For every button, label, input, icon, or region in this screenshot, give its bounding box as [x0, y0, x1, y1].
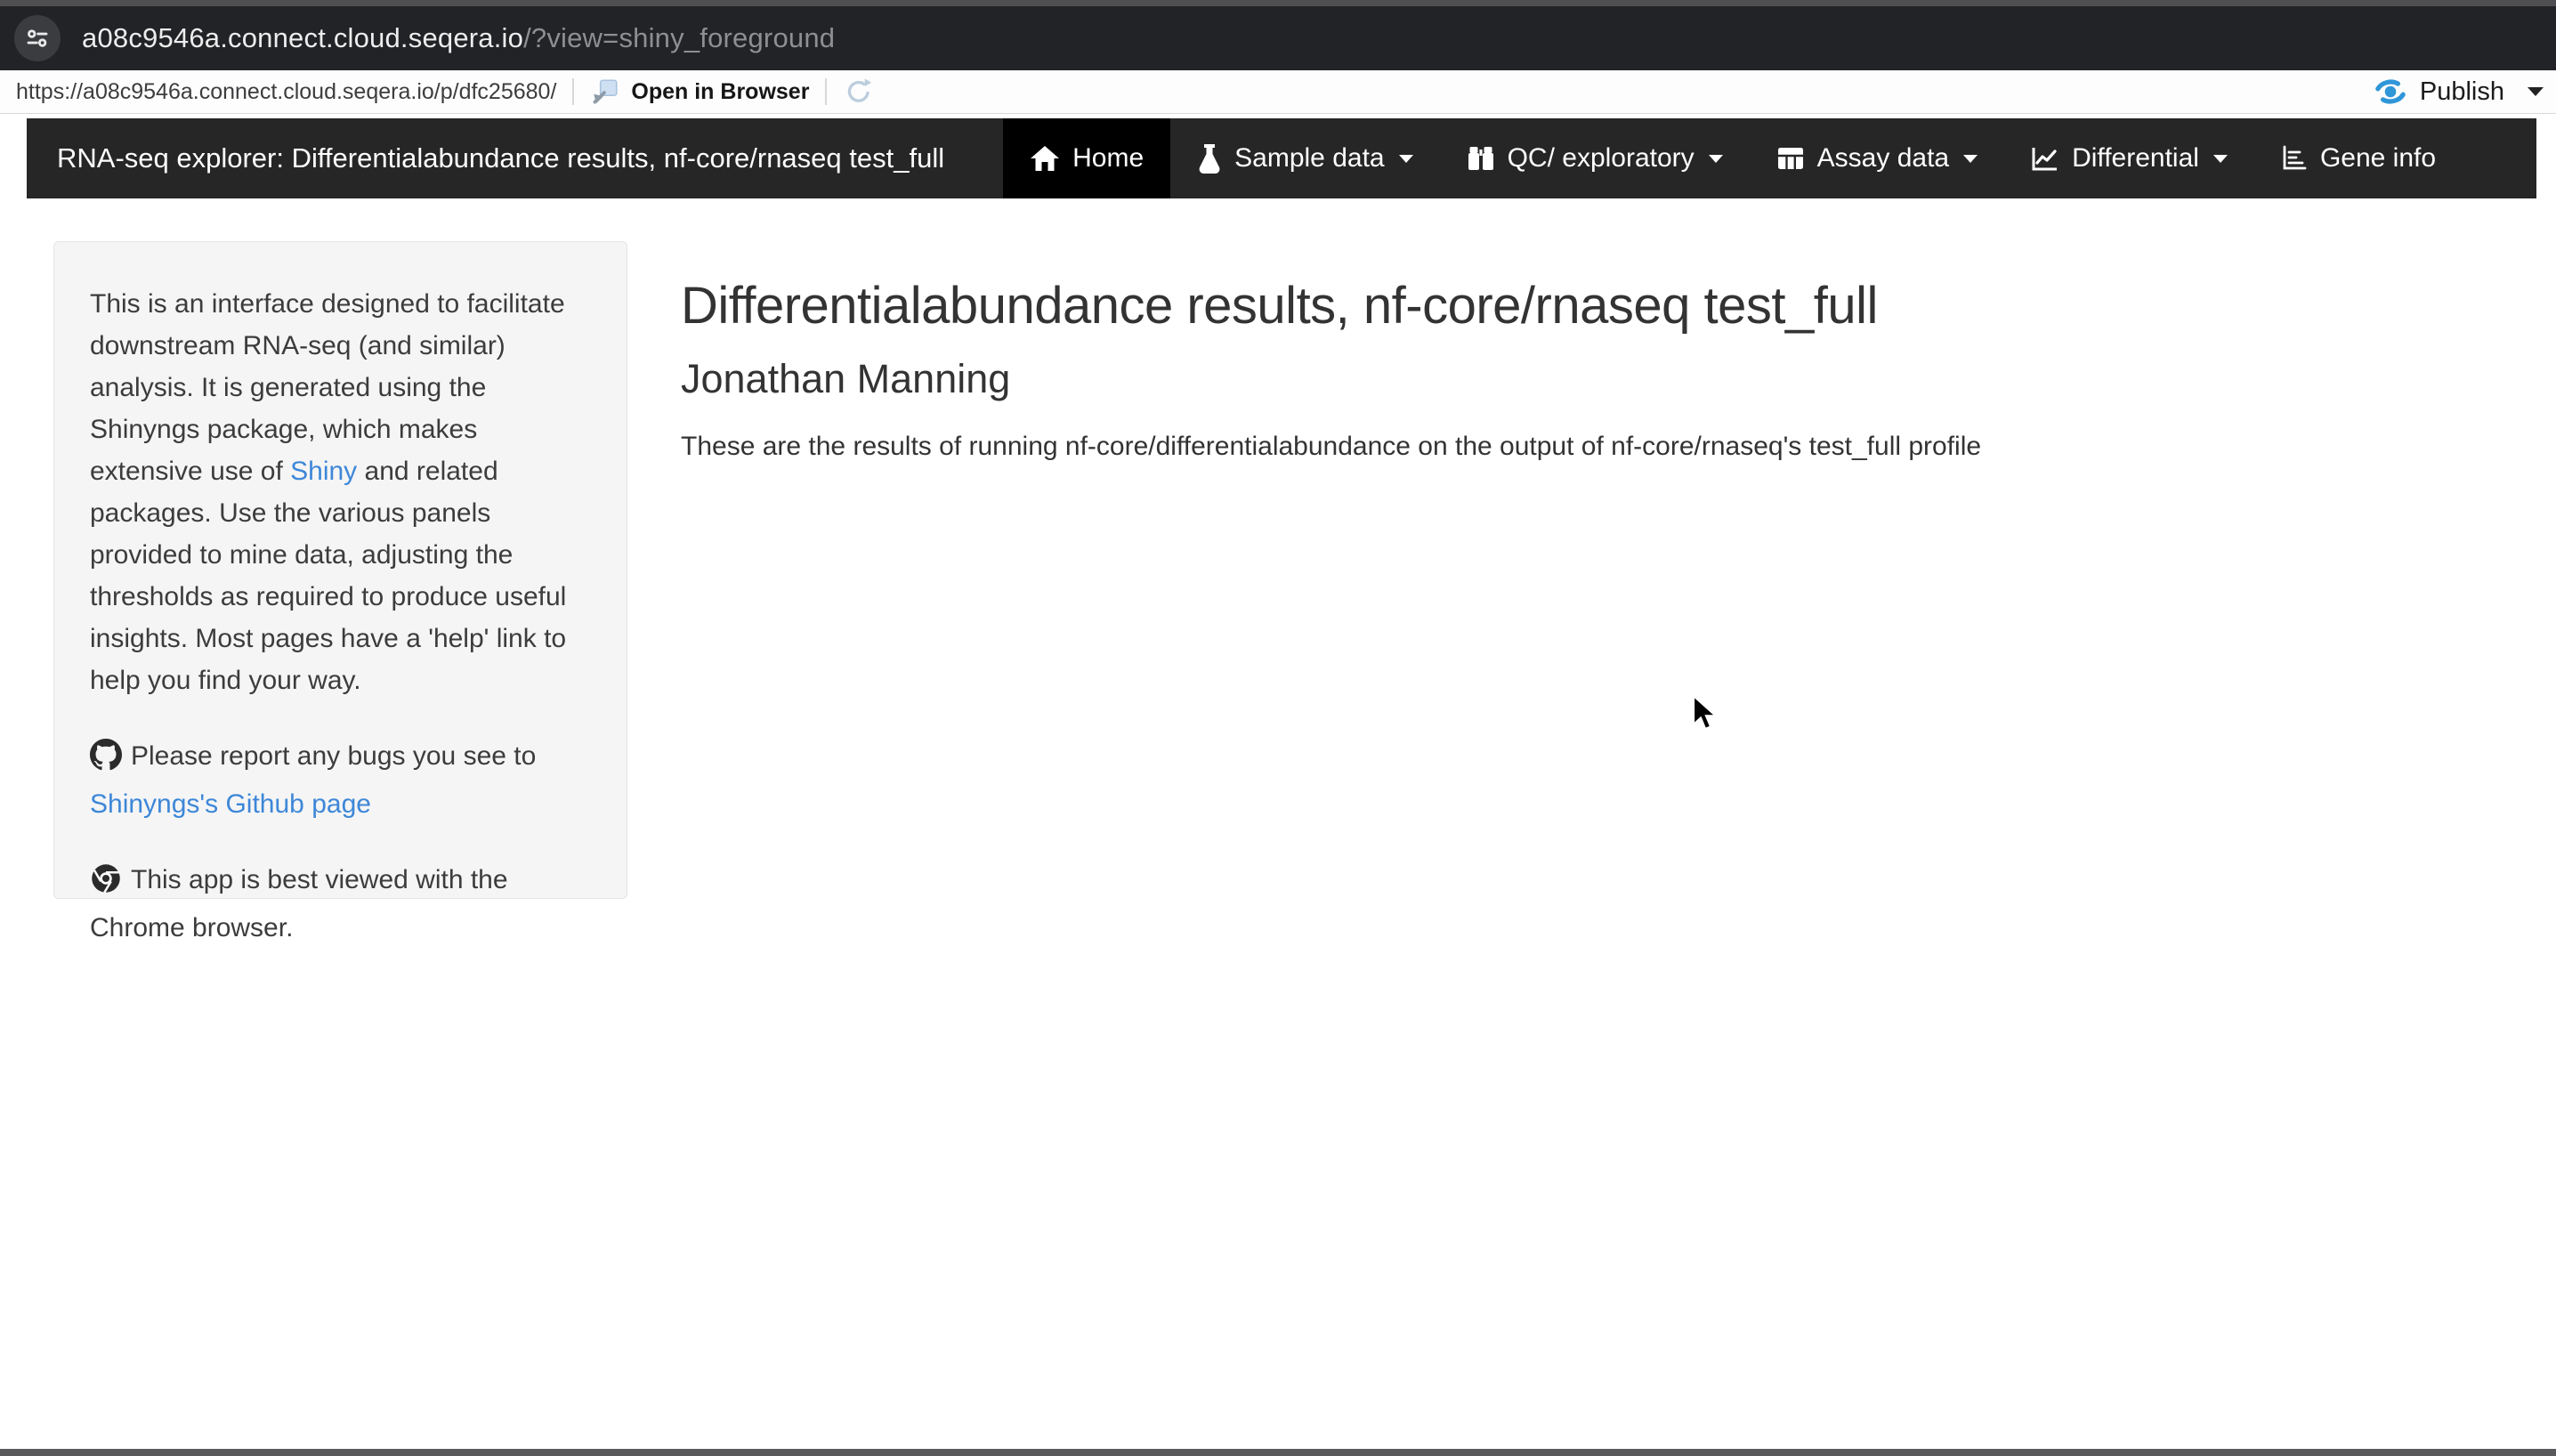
chart-line-icon	[2031, 145, 2059, 172]
page-author: Jonathan Manning	[681, 356, 1010, 402]
intro-text-after: and related packages. Use the various pa…	[90, 457, 566, 695]
app-navbar: RNA-seq explorer: Differentialabundance …	[27, 118, 2536, 198]
address-host: a08c9546a.connect.cloud.seqera.io	[82, 22, 523, 54]
open-in-browser-icon	[590, 77, 620, 107]
nav-item-sample-data[interactable]: Sample data	[1170, 118, 1439, 198]
dropdown-caret-icon	[1399, 155, 1413, 163]
bug-report-text: Please report any bugs you see to	[131, 741, 536, 771]
tune-icon	[24, 25, 51, 52]
publish-logo-icon	[2372, 73, 2409, 110]
titlebar-top-strip	[0, 0, 2556, 6]
bottom-status-strip	[0, 1449, 2556, 1456]
open-in-browser-button[interactable]: Open in Browser	[590, 77, 809, 107]
mouse-cursor	[1692, 695, 1724, 732]
dropdown-caret-icon	[1709, 155, 1723, 163]
nav-item-home[interactable]: Home	[1003, 118, 1170, 198]
table-icon	[1776, 145, 1805, 172]
address-bar[interactable]: a08c9546a.connect.cloud.seqera.io/?view=…	[82, 6, 835, 70]
shinyngs-github-link[interactable]: Shinyngs's Github page	[90, 789, 371, 819]
refresh-button[interactable]	[843, 76, 875, 108]
publish-label: Publish	[2420, 77, 2504, 107]
nav-item-label: Differential	[2072, 143, 2199, 174]
nav-item-differential[interactable]: Differential	[2004, 118, 2254, 198]
content-url-label: https://a08c9546a.connect.cloud.seqera.i…	[16, 79, 556, 105]
chart-bar-icon	[2281, 145, 2308, 172]
bug-report-paragraph: Please report any bugs you see to Shinyn…	[90, 735, 591, 825]
page-title: Differentialabundance results, nf-core/r…	[681, 276, 1878, 336]
github-icon	[90, 739, 122, 783]
home-icon	[1030, 144, 1060, 173]
nav-item-label: Assay data	[1817, 143, 1949, 174]
nav-item-label: Home	[1072, 143, 1144, 174]
dropdown-caret-icon	[1963, 155, 1978, 163]
shiny-link[interactable]: Shiny	[290, 457, 357, 486]
nav-item-label: QC/ exploratory	[1508, 143, 1695, 174]
navbar-items: Home Sample data QC/ exploratory	[1003, 118, 2463, 198]
publish-caret-icon[interactable]	[2528, 87, 2544, 96]
toolbar-divider	[572, 78, 574, 105]
nav-item-label: Gene info	[2320, 143, 2436, 174]
dropdown-caret-icon	[2213, 155, 2228, 163]
chrome-icon	[90, 862, 122, 907]
nav-item-gene-info[interactable]: Gene info	[2254, 118, 2463, 198]
open-in-browser-label: Open in Browser	[631, 79, 809, 105]
chrome-note-text: This app is best viewed with the Chrome …	[90, 865, 508, 942]
binoculars-icon	[1467, 144, 1495, 173]
publish-button[interactable]: Publish	[2372, 73, 2544, 110]
nav-item-qc-exploratory[interactable]: QC/ exploratory	[1440, 118, 1750, 198]
connect-toolbar: https://a08c9546a.connect.cloud.seqera.i…	[0, 70, 2556, 114]
refresh-icon	[843, 76, 875, 108]
page-description: These are the results of running nf-core…	[681, 432, 1981, 462]
intro-paragraph: This is an interface designed to facilit…	[90, 283, 591, 701]
toolbar-divider	[825, 78, 827, 105]
flask-icon	[1197, 143, 1222, 174]
chrome-note-paragraph: This app is best viewed with the Chrome …	[90, 859, 591, 949]
nav-item-label: Sample data	[1234, 143, 1384, 174]
navbar-brand[interactable]: RNA-seq explorer: Differentialabundance …	[27, 118, 975, 198]
nav-item-assay-data[interactable]: Assay data	[1750, 118, 2004, 198]
site-settings-icon[interactable]	[14, 15, 61, 61]
address-query: /?view=shiny_foreground	[523, 22, 835, 54]
titlebar: a08c9546a.connect.cloud.seqera.io/?view=…	[0, 0, 2556, 70]
screen: a08c9546a.connect.cloud.seqera.io/?view=…	[0, 0, 2556, 1456]
intro-panel: This is an interface designed to facilit…	[53, 241, 627, 899]
